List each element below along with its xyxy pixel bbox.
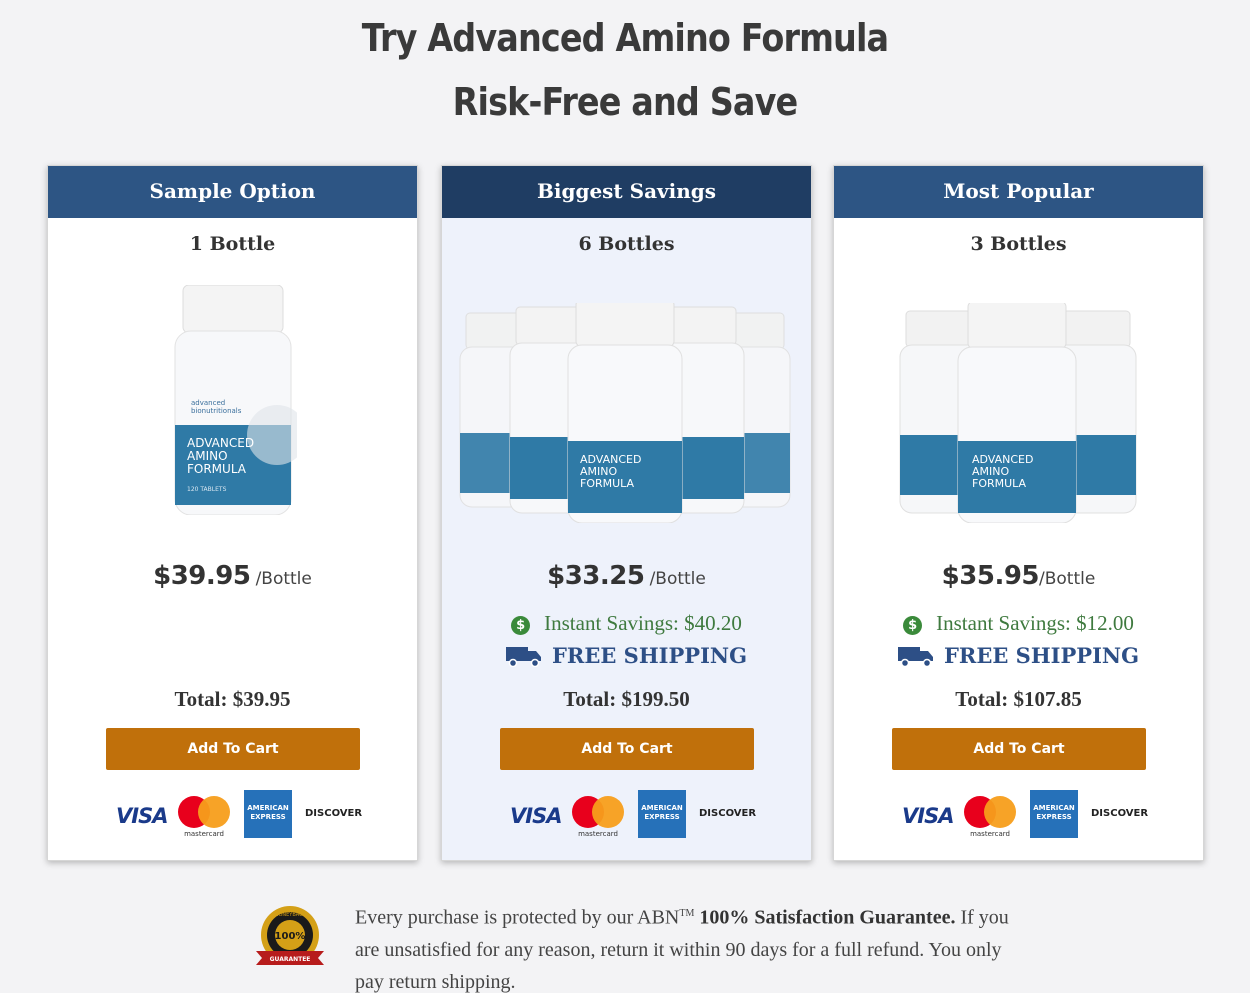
dollar-circle-icon: $ bbox=[511, 616, 531, 635]
visa-icon: VISA bbox=[510, 804, 562, 828]
total-price: Total: $39.95 bbox=[174, 687, 291, 711]
visa-icon: VISA bbox=[902, 804, 954, 828]
svg-text:FORMULA: FORMULA bbox=[972, 477, 1027, 490]
product-image: advanced bionutritionals ADVANCED AMINO … bbox=[48, 263, 417, 543]
price-value: $33.25 bbox=[547, 561, 645, 591]
dollar-circle-icon: $ bbox=[903, 616, 923, 635]
svg-text:bionutritionals: bionutritionals bbox=[191, 407, 242, 415]
visa-icon: VISA bbox=[116, 804, 168, 828]
payment-methods: VISA mastercard AMERICAN EXPRESS DISCOVER bbox=[502, 790, 762, 840]
svg-text:AMINO: AMINO bbox=[187, 449, 228, 463]
card-header: Most Popular bbox=[834, 166, 1203, 218]
add-to-cart-button[interactable]: Add To Cart bbox=[500, 728, 754, 770]
svg-text:120 TABLETS: 120 TABLETS bbox=[187, 486, 227, 493]
mastercard-icon: mastercard bbox=[964, 796, 1016, 840]
discover-icon: DISCOVER bbox=[699, 808, 757, 819]
product-image: ADVANCED AMINO FORMULA bbox=[442, 263, 811, 543]
price-value: $39.95 bbox=[153, 561, 251, 591]
instant-savings: $ Instant Savings: $12.00 bbox=[834, 611, 1203, 636]
price-value: $35.95 bbox=[941, 561, 1040, 591]
mastercard-icon: mastercard bbox=[178, 796, 230, 840]
svg-text:ADVANCED: ADVANCED bbox=[187, 436, 254, 450]
pricing-card-biggest-savings: Biggest Savings 6 Bottles ADVANCED AMINO… bbox=[441, 165, 812, 861]
add-to-cart-button[interactable]: Add To Cart bbox=[892, 728, 1146, 770]
guarantee-text: Every purchase is protected by our ABNTM… bbox=[355, 906, 1009, 993]
svg-text:GUARANTEE: GUARANTEE bbox=[270, 956, 311, 963]
truck-icon bbox=[505, 647, 541, 668]
bottle-count: 6 Bottles bbox=[578, 233, 675, 255]
add-to-cart-button[interactable]: Add To Cart bbox=[106, 728, 360, 770]
pricing-card-most-popular: Most Popular 3 Bottles ADVANCED AMINO FO… bbox=[833, 165, 1204, 861]
instant-savings: $ Instant Savings: $40.20 bbox=[442, 611, 811, 636]
discover-icon: DISCOVER bbox=[305, 808, 363, 819]
bottles-image: ADVANCED AMINO FORMULA bbox=[459, 303, 791, 523]
free-shipping: FREE SHIPPING bbox=[834, 643, 1203, 668]
price: $39.95 /Bottle bbox=[48, 561, 417, 591]
svg-text:FORMULA: FORMULA bbox=[187, 462, 247, 476]
amex-icon: AMERICAN EXPRESS bbox=[638, 790, 686, 838]
bottle-count: 1 Bottle bbox=[189, 233, 276, 255]
truck-icon bbox=[897, 647, 933, 668]
price-unit: /Bottle bbox=[255, 569, 312, 589]
payment-methods: VISA mastercard AMERICAN EXPRESS DISCOVER bbox=[894, 790, 1154, 840]
payment-methods: VISA mastercard AMERICAN EXPRESS DISCOVER bbox=[108, 790, 368, 840]
heading-line-2: Risk-Free and Save bbox=[452, 80, 799, 124]
amex-icon: AMERICAN EXPRESS bbox=[1030, 790, 1078, 838]
pricing-cards: Sample Option 1 Bottle advanced bionutri… bbox=[47, 165, 1207, 865]
guarantee-bold: 100% Satisfaction Guarantee. bbox=[699, 906, 956, 929]
card-header: Biggest Savings bbox=[442, 166, 811, 218]
price: $35.95/Bottle bbox=[834, 561, 1203, 591]
bottle-count: 3 Bottles bbox=[970, 233, 1067, 255]
price: $33.25 /Bottle bbox=[442, 561, 811, 591]
bottles-image: ADVANCED AMINO FORMULA bbox=[899, 303, 1137, 523]
bottle-image: advanced bionutritionals ADVANCED AMINO … bbox=[174, 285, 297, 515]
svg-text:FORMULA: FORMULA bbox=[580, 477, 635, 490]
heading-line-1: Try Advanced Amino Formula bbox=[361, 16, 889, 60]
mastercard-icon: mastercard bbox=[572, 796, 624, 840]
page-heading: Try Advanced Amino Formula Risk-Free and… bbox=[75, 6, 1175, 134]
product-image: ADVANCED AMINO FORMULA bbox=[834, 263, 1203, 543]
svg-text:advanced: advanced bbox=[191, 399, 225, 407]
total-price: Total: $199.50 bbox=[563, 687, 690, 711]
price-unit: /Bottle bbox=[649, 569, 706, 589]
svg-text:100%: 100% bbox=[275, 931, 306, 942]
total-price: Total: $107.85 bbox=[955, 687, 1082, 711]
discover-icon: DISCOVER bbox=[1091, 808, 1149, 819]
moneyback-guarantee-badge-icon: 100% MONEYBACK GUARANTEE bbox=[256, 906, 324, 965]
pricing-card-sample: Sample Option 1 Bottle advanced bionutri… bbox=[47, 165, 418, 861]
card-header: Sample Option bbox=[48, 166, 417, 218]
free-shipping: FREE SHIPPING bbox=[442, 643, 811, 668]
price-unit: /Bottle bbox=[1039, 569, 1096, 589]
amex-icon: AMERICAN EXPRESS bbox=[244, 790, 292, 838]
svg-text:MONEYBACK: MONEYBACK bbox=[274, 912, 306, 918]
